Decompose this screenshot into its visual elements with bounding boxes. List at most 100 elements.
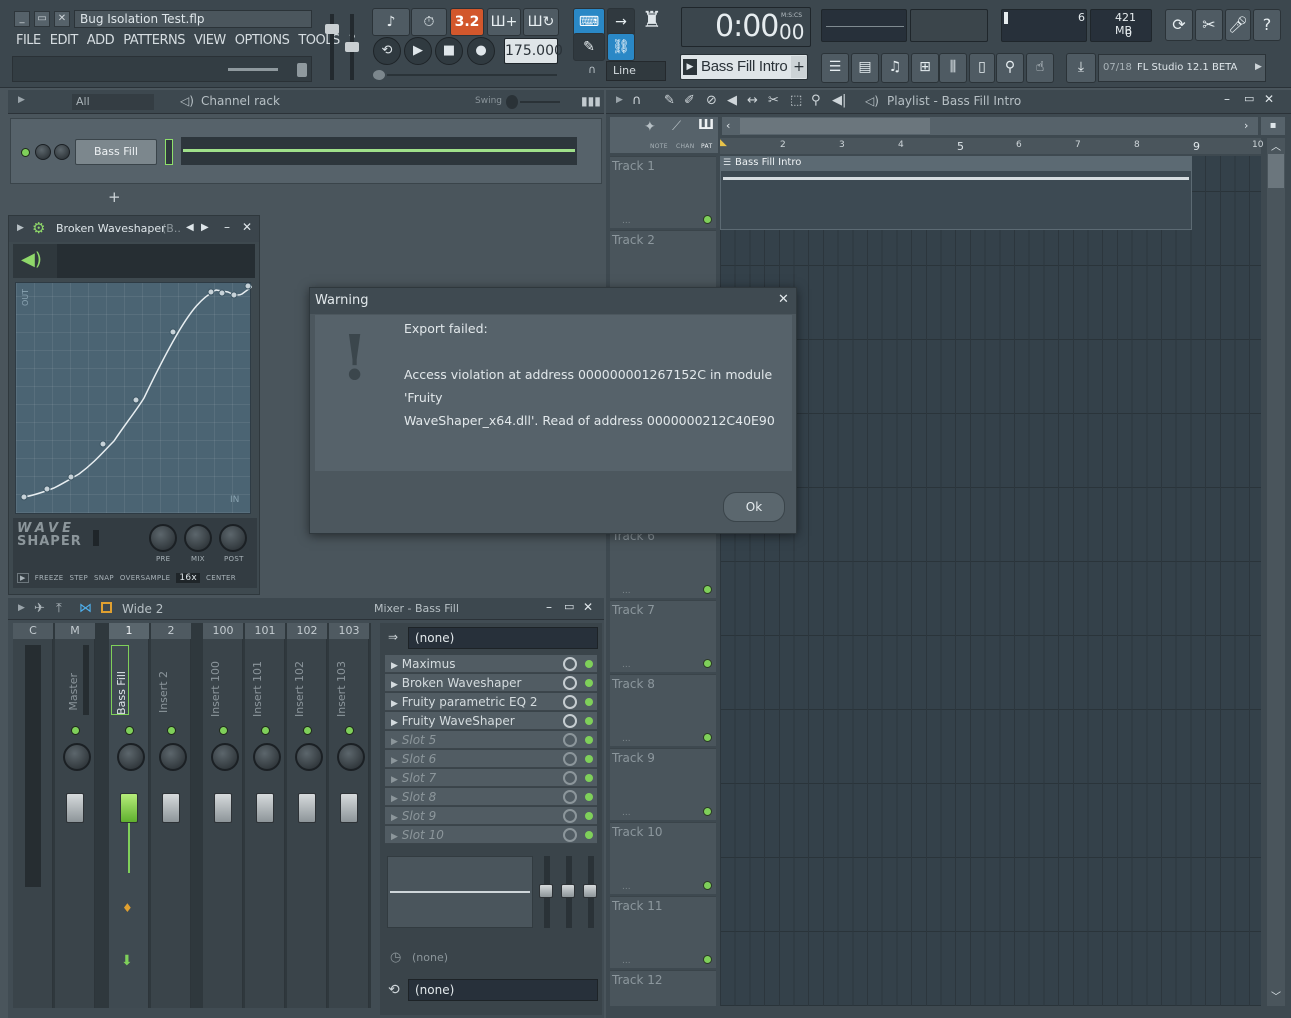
- scroll-thumb[interactable]: [740, 118, 930, 134]
- pattern-song-toggle-icon[interactable]: ⟲: [373, 37, 401, 65]
- scroll-left-icon[interactable]: ‹: [726, 119, 730, 132]
- wave-icon[interactable]: ✦: [644, 119, 656, 135]
- strip-led[interactable]: [303, 726, 312, 735]
- scroll-down-icon[interactable]: ﹀: [1271, 988, 1281, 1003]
- slot-mix-knob[interactable]: [563, 657, 577, 671]
- freeze-option[interactable]: FREEZE: [35, 574, 64, 582]
- track-7[interactable]: Track 7...: [610, 600, 716, 672]
- cut-tool-icon[interactable]: ✂: [1195, 9, 1223, 41]
- automation-icon[interactable]: ⟋: [672, 119, 681, 134]
- snap-selector[interactable]: Line: [606, 61, 666, 81]
- fx-slot-5[interactable]: ▶ Slot 5: [385, 731, 597, 749]
- piano-roll-icon[interactable]: ♫: [881, 53, 909, 83]
- eq-band-handle-2[interactable]: [561, 884, 575, 898]
- master-pitch-handle[interactable]: [345, 42, 359, 52]
- eq-band-handle-1[interactable]: [539, 884, 553, 898]
- slot-enable-led[interactable]: [585, 793, 593, 801]
- fx-slot-10[interactable]: ▶ Slot 10: [385, 826, 597, 844]
- strip-led[interactable]: [71, 726, 80, 735]
- menu-add[interactable]: ADD: [87, 33, 115, 51]
- fx-slot-6[interactable]: ▶ Slot 6: [385, 750, 597, 768]
- eq-band-handle-3[interactable]: [583, 884, 597, 898]
- post-knob[interactable]: [219, 524, 247, 552]
- tempo-display[interactable]: 175.000: [504, 38, 563, 64]
- strip-led[interactable]: [345, 726, 354, 735]
- strip-led[interactable]: [125, 726, 134, 735]
- slot-enable-led[interactable]: [585, 736, 593, 744]
- strip-fader[interactable]: [298, 793, 316, 823]
- strip-fader[interactable]: [162, 793, 180, 823]
- strip-led[interactable]: [167, 726, 176, 735]
- track-led[interactable]: [703, 215, 712, 224]
- record-icon[interactable]: ●: [467, 37, 495, 65]
- mixer-maximize-icon[interactable]: ▭: [564, 600, 574, 613]
- horizontal-scrollbar[interactable]: ‹ ›: [722, 117, 1258, 135]
- timeline-ruler[interactable]: ◣ 2 3 4 5 6 7 8 9 10: [720, 138, 1263, 154]
- playhead-marker-icon[interactable]: ◣: [720, 138, 727, 148]
- slot-enable-led[interactable]: [585, 755, 593, 763]
- expand-arrow-icon[interactable]: ▶: [18, 95, 25, 105]
- fx-slot-2[interactable]: ▶ Broken Waveshaper: [385, 674, 597, 692]
- prev-preset-icon[interactable]: ◀: [186, 222, 194, 233]
- maximize-button[interactable]: ▭: [34, 11, 50, 27]
- loop-record-icon[interactable]: Ш↻: [523, 8, 559, 36]
- zoom-tool-icon[interactable]: ⚲: [811, 93, 821, 108]
- graph-icon[interactable]: ▮▮▮: [581, 94, 601, 108]
- track-6[interactable]: Track 6...: [610, 526, 716, 598]
- center-option[interactable]: CENTER: [206, 574, 236, 582]
- microphone-icon[interactable]: 🎤︎: [1225, 9, 1251, 41]
- minimize-button[interactable]: _: [14, 11, 30, 27]
- eq-graph[interactable]: [387, 856, 533, 928]
- link-icon[interactable]: ⛓: [607, 33, 635, 61]
- strip-pan-knob[interactable]: [211, 743, 239, 771]
- vertical-scrollbar[interactable]: ︿ ﹀: [1267, 138, 1285, 1006]
- slot-enable-led[interactable]: [585, 831, 593, 839]
- strip-led[interactable]: [261, 726, 270, 735]
- mixer-input-select[interactable]: (none): [408, 627, 598, 649]
- mixer-strip-103[interactable]: 103 Insert 103: [329, 623, 369, 1008]
- mixer-strip-master[interactable]: M Master: [55, 623, 95, 1008]
- strip-pan-knob[interactable]: [63, 743, 91, 771]
- pencil-icon[interactable]: ✎: [573, 33, 605, 61]
- slot-enable-led[interactable]: [585, 717, 593, 725]
- mixer-strip-100[interactable]: 100 Insert 100: [203, 623, 243, 1008]
- mixer-output-select[interactable]: (none): [408, 979, 598, 1001]
- slot-mix-knob[interactable]: [563, 676, 577, 690]
- fx-slot-9[interactable]: ▶ Slot 9: [385, 807, 597, 825]
- channel-volume-knob[interactable]: [35, 144, 51, 160]
- play-preview-icon[interactable]: ▶: [17, 573, 29, 583]
- playlist-minimize-icon[interactable]: –: [1224, 92, 1230, 106]
- track-led[interactable]: [703, 807, 712, 816]
- download-icon[interactable]: ⤓: [1066, 53, 1096, 83]
- mute-tool-icon[interactable]: ◀: [727, 93, 737, 108]
- playlist-icon[interactable]: ☰: [821, 53, 849, 83]
- step-edit-icon[interactable]: →: [607, 8, 635, 36]
- mixer-minimize-icon[interactable]: –: [546, 600, 552, 614]
- step-option[interactable]: STEP: [69, 574, 88, 582]
- slot-enable-led[interactable]: [585, 812, 593, 820]
- playlist-menu-arrow-icon[interactable]: ▶: [616, 95, 623, 105]
- song-position-slider[interactable]: [373, 68, 563, 80]
- slot-mix-knob[interactable]: [563, 809, 577, 823]
- magnet-snap-icon[interactable]: ∩: [632, 93, 642, 108]
- pattern-selector[interactable]: ▶ Bass Fill Intro: [680, 54, 808, 80]
- channel-rack-icon[interactable]: ▤: [851, 53, 879, 83]
- strip-fader[interactable]: [340, 793, 358, 823]
- plugin-speaker-icon[interactable]: ◀): [21, 249, 42, 270]
- strip-fader[interactable]: [256, 793, 274, 823]
- playlist-maximize-icon[interactable]: ▭: [1244, 92, 1254, 105]
- pitch-slider[interactable]: [228, 68, 278, 71]
- pattern-clip[interactable]: ☰ Bass Fill Intro: [720, 156, 1192, 230]
- track-12[interactable]: Track 12: [610, 970, 716, 1006]
- countdown-button[interactable]: 3.2: [450, 8, 484, 36]
- time-display[interactable]: 0:00 00 M:S:CS: [681, 7, 811, 47]
- track-led[interactable]: [703, 881, 712, 890]
- oversample-value[interactable]: 16x: [176, 573, 201, 583]
- slot-enable-led[interactable]: [585, 679, 593, 687]
- slot-mix-knob[interactable]: [563, 828, 577, 842]
- mixer-menu-arrow-icon[interactable]: ▶: [18, 603, 25, 613]
- strip-led[interactable]: [219, 726, 228, 735]
- mixer-close-icon[interactable]: ✕: [583, 600, 593, 614]
- strip-pan-knob[interactable]: [295, 743, 323, 771]
- channel-pattern-preview[interactable]: [181, 137, 577, 165]
